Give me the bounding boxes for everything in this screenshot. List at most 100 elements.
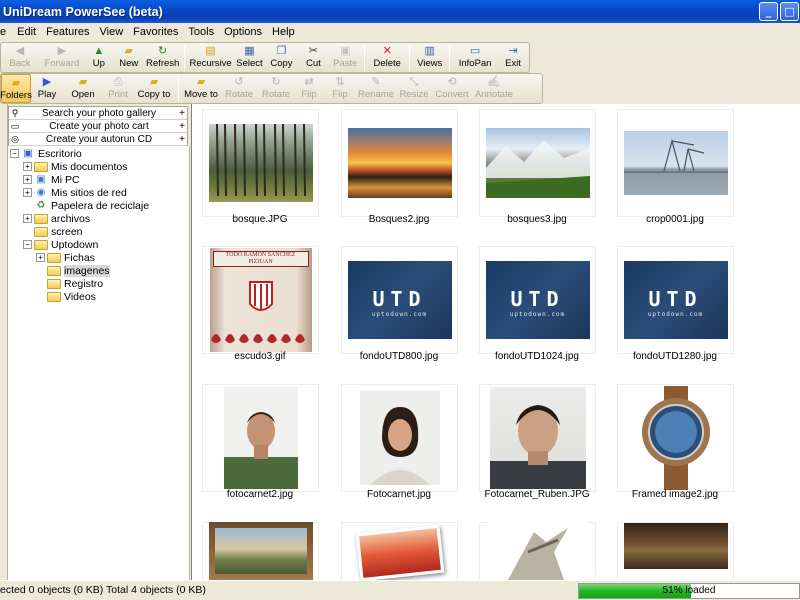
rotate-right-icon: ↻ <box>271 76 281 88</box>
folder-icon <box>47 291 61 302</box>
scissors-icon: ✂ <box>308 45 318 57</box>
thumbnail-item[interactable] <box>202 109 319 217</box>
cut-button[interactable]: ✂ Cut <box>297 43 329 72</box>
expand-icon[interactable]: + <box>36 253 45 262</box>
minimize-button[interactable]: _ <box>759 2 778 21</box>
menu-item-6[interactable]: Options <box>219 26 267 38</box>
thumbnail-item[interactable] <box>479 109 596 217</box>
move-to-button[interactable]: ▰ Move to <box>182 74 220 103</box>
folders-button[interactable]: ▰ Folders <box>0 74 32 103</box>
tree-item[interactable]: Videos <box>36 290 96 303</box>
print-button[interactable]: ⎙ Print <box>103 74 133 103</box>
expand-icon[interactable]: + <box>177 134 187 145</box>
thumbnail-item[interactable] <box>617 384 734 492</box>
back-button[interactable]: ◀ Back <box>1 43 39 72</box>
collapse-icon[interactable]: − <box>10 149 19 158</box>
expand-icon[interactable]: + <box>177 121 187 132</box>
tree-item[interactable]: screen <box>23 225 83 238</box>
paste-button[interactable]: ▣ Paste <box>329 43 361 72</box>
flip-button[interactable]: ⇅ Flip <box>324 74 356 103</box>
folders-icon: ▰ <box>11 77 21 89</box>
menu-item-5[interactable]: Tools <box>183 26 219 38</box>
expand-icon[interactable]: + <box>23 214 32 223</box>
menu-item-2[interactable]: Features <box>41 26 94 38</box>
folder-tree[interactable]: − ▣ Escritorio + Mis documentos + ▣ Mi PC + ◉ Mis … <box>8 146 190 580</box>
collapse-icon[interactable]: − <box>23 240 32 249</box>
button-label: New <box>119 58 139 69</box>
tree-item[interactable]: imagenes <box>36 264 110 277</box>
button-label: Open <box>71 89 95 100</box>
thumbnail-item[interactable] <box>341 109 458 217</box>
menu-item-7[interactable]: Help <box>267 26 300 38</box>
task-label: Create your photo cart <box>49 120 149 132</box>
play-button[interactable]: ▶ Play <box>31 74 63 103</box>
thumbnail-item[interactable]: TODO RAMON SANCHEZ PIZJUAN <box>202 246 319 354</box>
thumbnail-item[interactable] <box>341 384 458 492</box>
copy-button[interactable]: ❐ Copy <box>265 43 297 72</box>
thumbnail-item[interactable]: UTD uptodown.com <box>617 246 734 354</box>
rotate-button[interactable]: ↻ Rotate <box>258 74 294 103</box>
title-bar[interactable]: UniDream PowerSee (beta) _ □ <box>0 0 800 23</box>
tree-item-label: Mis documentos <box>51 160 128 173</box>
thumbnail-caption: fondoUTD800.jpg <box>359 351 439 362</box>
tree-item[interactable]: Registro <box>36 277 103 290</box>
expand-icon[interactable]: + <box>23 162 32 171</box>
thumbnail-item[interactable] <box>341 522 458 580</box>
copy-to-button[interactable]: ▰ Copy to <box>133 74 175 103</box>
menu-item-4[interactable]: Favorites <box>128 26 183 38</box>
delete-button[interactable]: ✕ Delete <box>368 43 406 72</box>
exit-icon: ⇥ <box>508 45 518 57</box>
refresh-button[interactable]: ↻ Refresh <box>145 43 181 72</box>
maximize-button[interactable]: □ <box>780 2 799 21</box>
thumbnail-grid[interactable]: bosque.JPG Bosques2.jpg bosques3.jpg crop00… <box>191 104 800 580</box>
rotate-button[interactable]: ↺ Rotate <box>220 74 258 103</box>
thumbnail-item[interactable] <box>617 109 734 217</box>
tree-item[interactable]: + ◉ Mis sitios de red <box>23 186 127 199</box>
tree-item[interactable]: + archivos <box>23 212 90 225</box>
forward-button[interactable]: ▶ Forward <box>39 43 85 72</box>
tree-item[interactable]: + ▣ Mi PC <box>23 173 80 186</box>
thumbnail-item[interactable] <box>479 384 596 492</box>
flip-button[interactable]: ⇄ Flip <box>294 74 324 103</box>
tree-item[interactable]: − Uptodown <box>23 238 98 251</box>
tree-item[interactable]: ♻ Papelera de reciclaje <box>23 199 150 212</box>
expand-icon[interactable]: + <box>23 175 32 184</box>
toolbar-separator <box>364 45 366 71</box>
tree-item-label: Registro <box>64 277 104 290</box>
menu-item-1[interactable]: Edit <box>12 26 41 38</box>
recursive-button[interactable]: ▤ Recursive <box>188 43 234 72</box>
task-item[interactable]: ⚲ Search your photo gallery + <box>9 107 187 120</box>
task-item[interactable]: ▭ Create your photo cart + <box>9 120 187 133</box>
thumbnail-item[interactable]: UTD uptodown.com <box>479 246 596 354</box>
rename-button[interactable]: ✎ Rename <box>356 74 396 103</box>
tree-item-label: archivos <box>51 212 91 225</box>
tree-item[interactable]: − ▣ Escritorio <box>10 147 82 160</box>
progress-text: 51% loaded <box>662 585 716 596</box>
tree-item[interactable]: + Mis documentos <box>23 160 127 173</box>
annotate-button[interactable]: ✍ Annotate <box>472 74 516 103</box>
views-button[interactable]: ▥ Views <box>413 43 446 72</box>
infopan-button[interactable]: ▭ InfoPan <box>453 43 497 72</box>
tree-item[interactable]: + Fichas <box>36 251 95 264</box>
folder-icon <box>34 213 48 224</box>
thumbnail-item[interactable] <box>202 384 319 492</box>
thumbnail-item[interactable]: UTD uptodown.com <box>341 246 458 354</box>
expand-icon[interactable]: + <box>177 108 187 119</box>
open-button[interactable]: ▰ Open <box>63 74 103 103</box>
convert-button[interactable]: ⟲ Convert <box>432 74 472 103</box>
expand-icon[interactable]: + <box>23 188 32 197</box>
thumbnail-item[interactable] <box>617 522 734 580</box>
menu-item-0[interactable]: e <box>0 26 12 38</box>
new-button[interactable]: ▰ New <box>113 43 145 72</box>
exit-button[interactable]: ⇥ Exit <box>497 43 529 72</box>
recursive-icon: ▤ <box>205 45 216 57</box>
thumbnail-item[interactable] <box>479 522 596 580</box>
menu-item-3[interactable]: View <box>95 26 129 38</box>
toolbar-separator <box>449 45 451 71</box>
task-item[interactable]: ◎ Create your autorun CD + <box>9 133 187 146</box>
thumbnail-item[interactable] <box>202 522 319 580</box>
resize-button[interactable]: ⤡ Resize <box>396 74 432 103</box>
thumbnail-caption: fondoUTD1280.jpg <box>633 351 717 362</box>
select-button[interactable]: ▦ Select <box>234 43 266 72</box>
up-button[interactable]: ▲ Up <box>85 43 113 72</box>
